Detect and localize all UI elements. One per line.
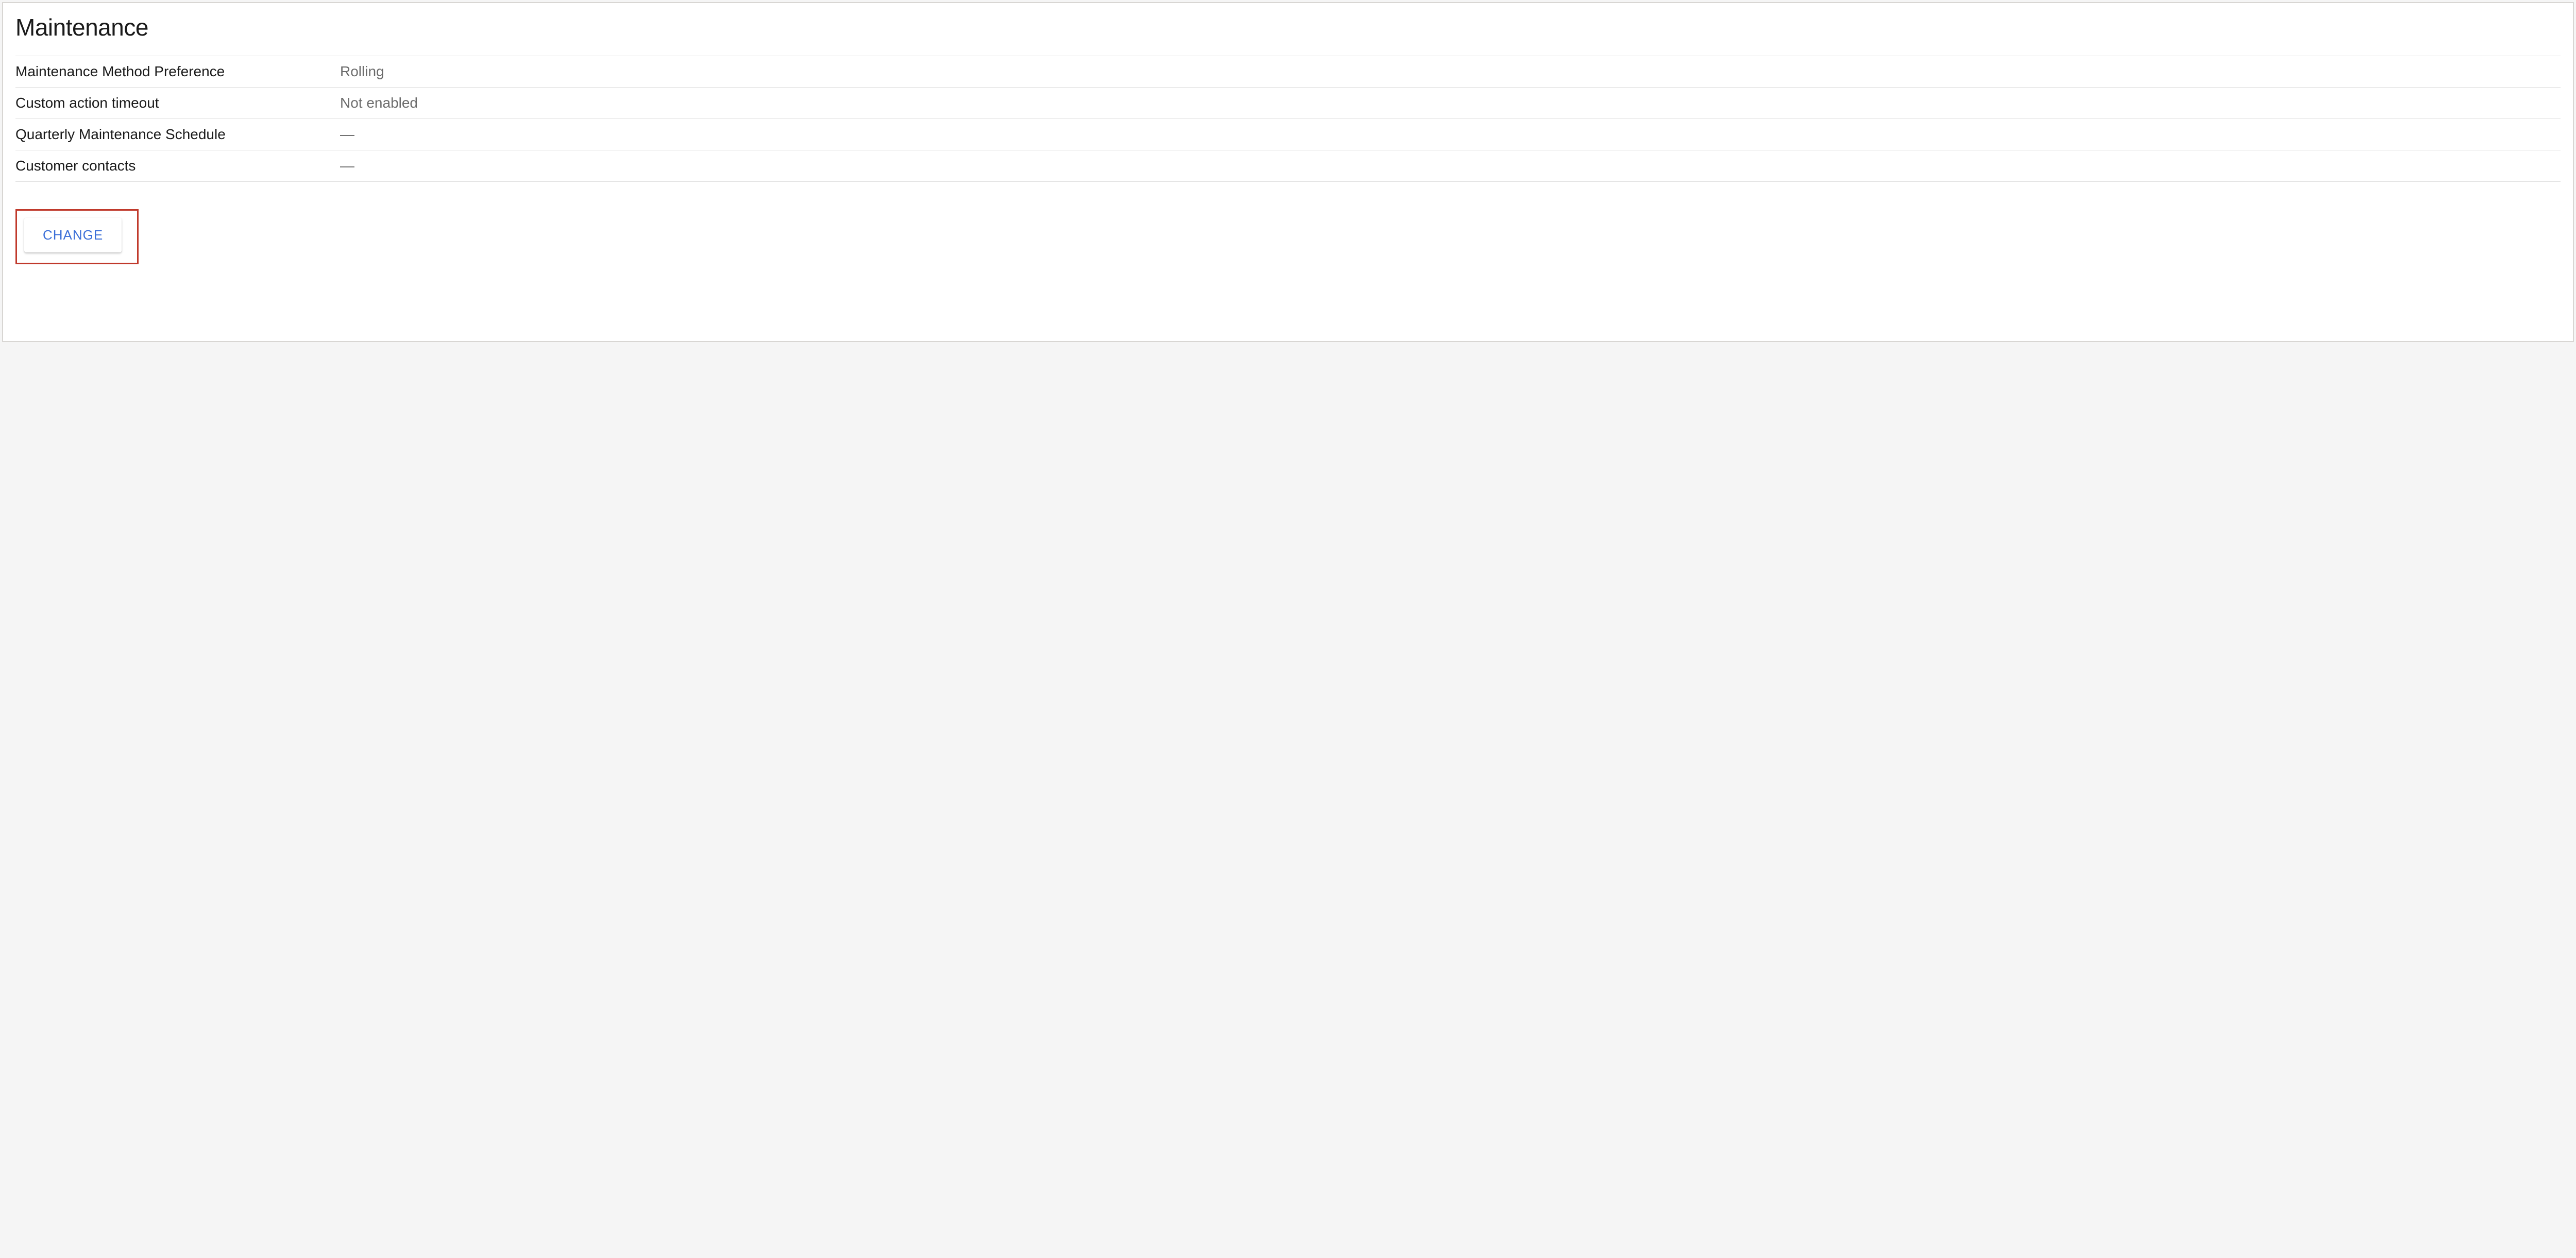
maintenance-panel: Maintenance Maintenance Method Preferenc… [2, 2, 2574, 342]
row-label: Quarterly Maintenance Schedule [15, 126, 340, 143]
row-label: Maintenance Method Preference [15, 63, 340, 80]
change-button-highlight: CHANGE [15, 209, 139, 264]
maintenance-rows: Maintenance Method Preference Rolling Cu… [15, 56, 2561, 182]
row-maintenance-method: Maintenance Method Preference Rolling [15, 56, 2561, 88]
row-value: Rolling [340, 63, 2561, 80]
row-value: — [340, 126, 2561, 143]
row-custom-action-timeout: Custom action timeout Not enabled [15, 87, 2561, 119]
row-value: Not enabled [340, 95, 2561, 111]
change-button[interactable]: CHANGE [24, 218, 122, 252]
section-title: Maintenance [15, 13, 2561, 41]
row-label: Customer contacts [15, 158, 340, 174]
row-label: Custom action timeout [15, 95, 340, 111]
row-quarterly-schedule: Quarterly Maintenance Schedule — [15, 118, 2561, 150]
row-customer-contacts: Customer contacts — [15, 150, 2561, 182]
row-value: — [340, 158, 2561, 174]
